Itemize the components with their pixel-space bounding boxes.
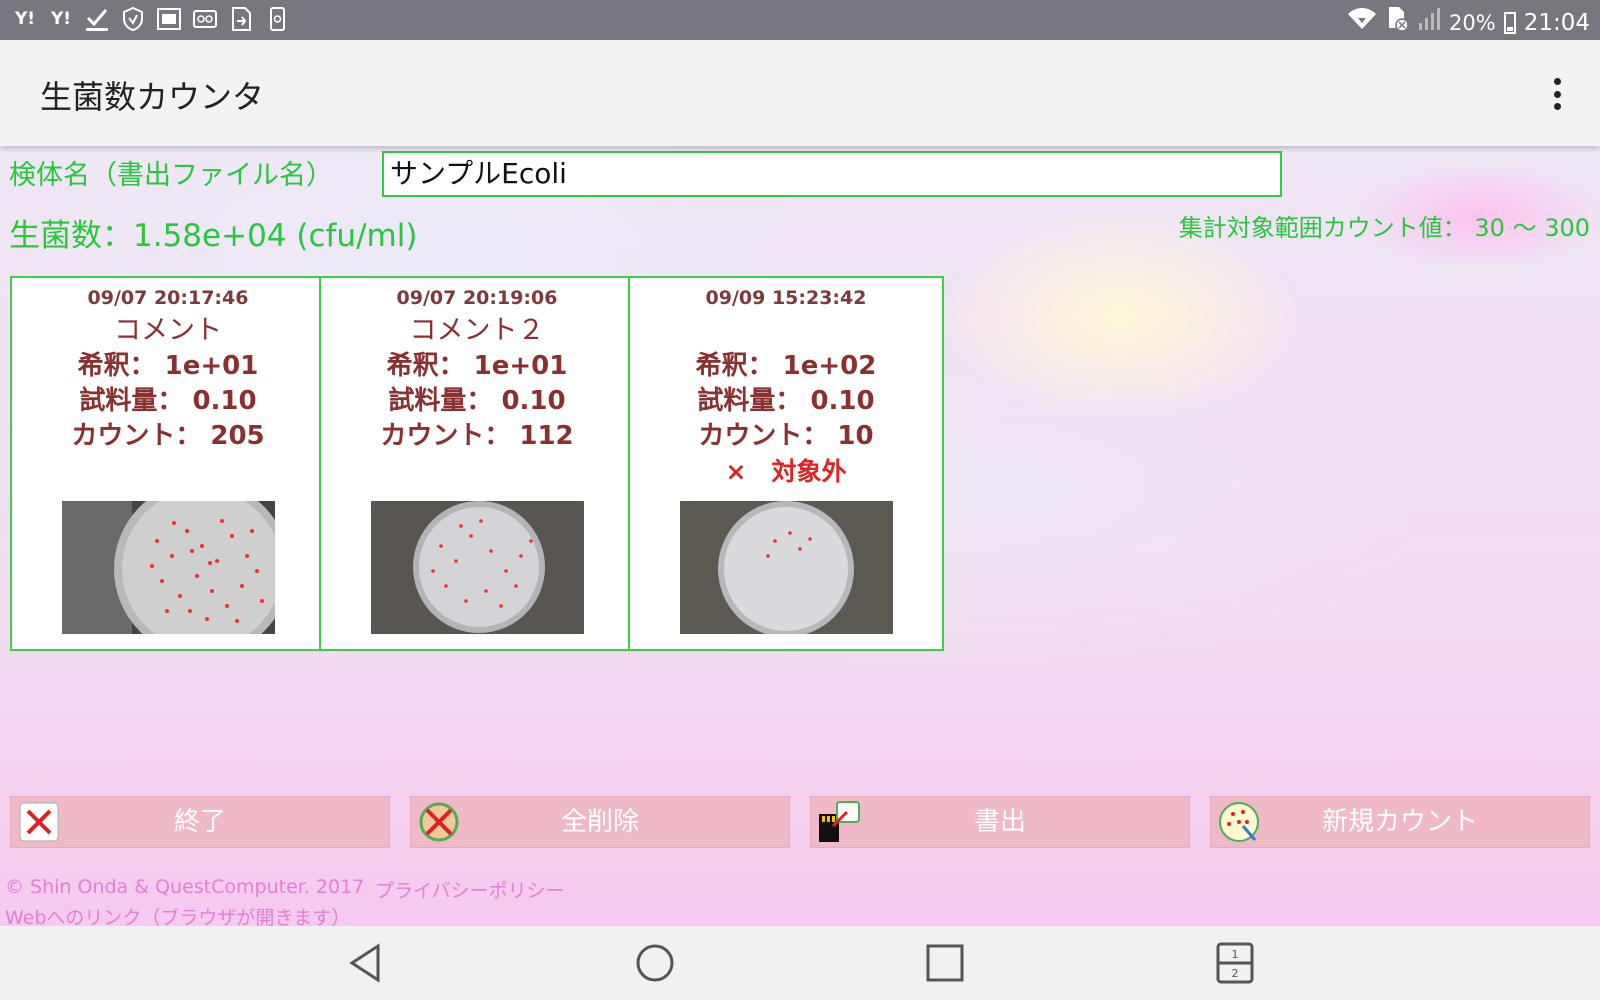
delete-all-button-label: 全削除 — [560, 807, 639, 837]
close-icon — [17, 800, 61, 844]
sim-transfer-icon — [228, 6, 254, 32]
out-of-range-flag: × 対象外 — [725, 457, 847, 486]
yahoo-icon: Y! — [14, 9, 36, 29]
yahoo-icon: Y! — [50, 9, 72, 29]
battery-level: 20% — [1449, 10, 1496, 35]
card-sample-volume: 試料量： 0.10 — [697, 386, 875, 416]
back-icon[interactable] — [344, 940, 390, 986]
svg-text:1: 1 — [1232, 948, 1239, 961]
card-dilution: 希釈： 1e+01 — [386, 351, 568, 381]
battery-icon — [1503, 11, 1516, 34]
delete-all-button[interactable]: 全削除 — [410, 796, 790, 848]
card-timestamp: 09/07 20:17:46 — [87, 287, 249, 309]
signal-icon — [1417, 7, 1441, 38]
card-count: カウント： 10 — [698, 421, 874, 451]
card-sample-volume: 試料量： 0.10 — [388, 386, 566, 416]
phone-storage-icon — [264, 6, 290, 32]
export-button[interactable]: 書出 — [810, 796, 1190, 848]
colony-count-icon — [1217, 800, 1261, 844]
count-card[interactable]: 09/07 20:17:46 コメント 希釈： 1e+01 試料量： 0.10 … — [10, 276, 326, 651]
card-count: カウント： 112 — [380, 421, 574, 451]
navigation-bar: 12 — [0, 926, 1600, 1000]
count-range-label: 集計対象範囲カウント値： 30 ～ 300 — [1178, 214, 1590, 242]
count-card[interactable]: 09/09 15:23:42 希釈： 1e+02 試料量： 0.10 カウント：… — [628, 276, 944, 651]
voicemail-icon — [192, 6, 218, 32]
au-icon — [156, 6, 182, 32]
app-bar: 生菌数カウンタ — [0, 40, 1600, 146]
shield-icon — [120, 6, 146, 32]
card-flag — [321, 454, 633, 489]
home-icon[interactable] — [632, 940, 678, 986]
card-dilution: 希釈： 1e+02 — [695, 351, 877, 381]
specimen-name-label: 検体名（書出ファイル名） — [9, 160, 333, 191]
dual-window-icon[interactable]: 12 — [1212, 940, 1258, 986]
copyright: © Shin Onda & QuestComputer. 2017 — [5, 876, 365, 898]
status-bar: Y! Y! 20% 21:04 — [0, 0, 1600, 40]
card-timestamp: 09/07 20:19:06 — [396, 287, 558, 309]
card-flag — [12, 454, 324, 489]
petri-dish-photo — [680, 501, 893, 634]
sd-card-export-icon — [817, 800, 861, 844]
wifi-icon — [1347, 7, 1377, 38]
card-comment: コメント２ — [409, 315, 545, 346]
card-dilution: 希釈： 1e+01 — [77, 351, 259, 381]
exit-button[interactable]: 終了 — [10, 796, 390, 848]
petri-dish-photo — [371, 501, 584, 634]
recent-apps-icon[interactable] — [922, 940, 968, 986]
sim-error-icon — [1385, 6, 1409, 39]
download-done-icon — [84, 6, 110, 32]
card-comment: コメント — [114, 315, 222, 346]
clock: 21:04 — [1523, 9, 1590, 36]
card-timestamp: 09/09 15:23:42 — [705, 287, 867, 309]
system-status: 20% 21:04 — [1347, 6, 1590, 39]
viable-count-result: 生菌数：1.58e+04 (cfu/ml) — [9, 218, 418, 254]
delete-all-icon — [417, 800, 461, 844]
new-count-button[interactable]: 新規カウント — [1210, 796, 1590, 848]
card-sample-volume: 試料量： 0.10 — [79, 386, 257, 416]
main-content: 検体名（書出ファイル名） サンプルEcoli 生菌数：1.58e+04 (cfu… — [0, 146, 1600, 926]
new-count-button-label: 新規カウント — [1321, 807, 1478, 837]
specimen-name-input[interactable]: サンプルEcoli — [382, 151, 1282, 197]
exit-button-label: 終了 — [173, 807, 226, 837]
app-title: 生菌数カウンタ — [40, 78, 265, 116]
export-button-label: 書出 — [973, 807, 1026, 837]
privacy-policy-link[interactable]: プライバシーポリシー — [375, 876, 565, 903]
count-card[interactable]: 09/07 20:19:06 コメント２ 希釈： 1e+01 試料量： 0.10… — [319, 276, 635, 651]
card-count: カウント： 205 — [71, 421, 265, 451]
web-link[interactable]: Webへのリンク（ブラウザが開きます） — [5, 903, 350, 926]
card-comment — [630, 313, 942, 349]
overflow-menu-icon[interactable] — [1550, 78, 1564, 110]
petri-dish-photo — [62, 501, 275, 634]
svg-text:2: 2 — [1232, 967, 1239, 980]
notification-icons: Y! Y! — [12, 6, 290, 32]
